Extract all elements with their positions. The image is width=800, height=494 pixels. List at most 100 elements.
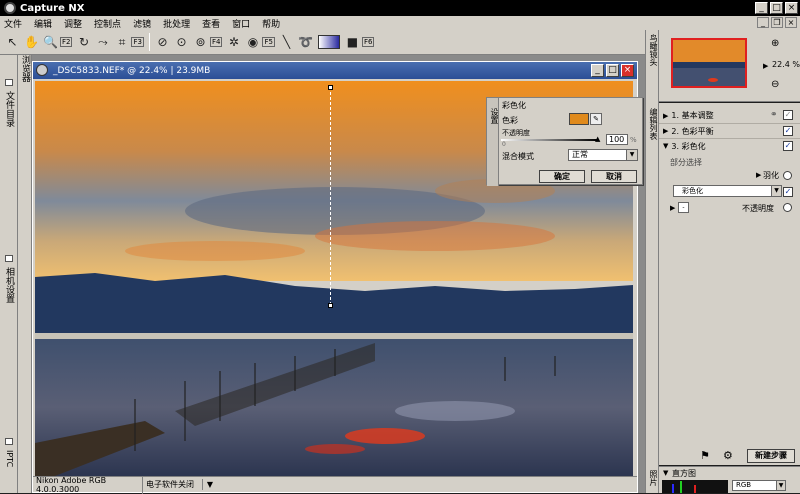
- status-dropdown-icon[interactable]: ▼: [203, 480, 217, 489]
- colorize-item-dropdown-icon[interactable]: ▼: [771, 186, 781, 196]
- histogram-red-peak: [694, 485, 696, 493]
- menu-edit[interactable]: 编辑: [34, 17, 52, 30]
- tab-browser[interactable]: 浏览器: [19, 55, 31, 82]
- colorize-item-checkbox[interactable]: ✓: [783, 187, 793, 197]
- hand-tool-icon[interactable]: ✋: [24, 35, 39, 50]
- menu-control-point[interactable]: 控制点: [94, 17, 121, 30]
- left-panel-strip: 文件目录 相机设置 IPTC: [0, 55, 18, 493]
- menu-file[interactable]: 文件: [4, 17, 22, 30]
- cancel-button[interactable]: 取消: [591, 170, 637, 183]
- histogram-green-peak: [680, 481, 682, 493]
- feather-expand-icon[interactable]: ▶: [756, 171, 761, 179]
- toolbar-key-f5: F5: [262, 37, 275, 47]
- doc-minimize-icon[interactable]: _: [591, 64, 604, 77]
- lasso-tool-icon[interactable]: ➰: [298, 35, 313, 50]
- opacity-radio[interactable]: [783, 203, 792, 212]
- crop-tool-icon[interactable]: ⌗: [114, 35, 129, 50]
- zoom-in-icon[interactable]: ⊕: [771, 38, 779, 49]
- step-checkbox-3[interactable]: ✓: [783, 141, 793, 151]
- collapse-icon[interactable]: ▼: [663, 142, 668, 150]
- toolbar-key-f3: F3: [131, 37, 144, 47]
- mdi-close-icon[interactable]: ×: [785, 17, 797, 28]
- close-icon[interactable]: ×: [785, 2, 798, 14]
- opacity-expand-icon[interactable]: ▶: [670, 204, 675, 212]
- zoom-slider-icon[interactable]: ▶: [763, 62, 768, 70]
- step-checkbox-2[interactable]: ✓: [783, 126, 793, 136]
- fill-tool-icon[interactable]: ■: [345, 35, 360, 50]
- menu-help[interactable]: 帮助: [262, 17, 280, 30]
- step-options-gear-icon[interactable]: ⚙: [723, 449, 733, 462]
- opacity-slider[interactable]: [501, 139, 597, 141]
- gradient-selection-line[interactable]: [330, 87, 331, 305]
- auto-retouch-icon[interactable]: ✲: [226, 35, 241, 50]
- maximize-icon[interactable]: □: [770, 2, 783, 14]
- channel-dropdown-icon[interactable]: ▼: [776, 481, 785, 490]
- black-point-icon[interactable]: ⊘: [155, 35, 170, 50]
- step-label: 3. 彩色化: [671, 141, 706, 151]
- tab-edit-list[interactable]: 编辑列表: [647, 108, 659, 140]
- document-title: _DSC5833.NEF* @ 22.4% | 23.9MB: [53, 65, 211, 76]
- tab-navigator[interactable]: 鸟瞰镜头: [647, 34, 659, 66]
- opacity-label: 不透明度: [502, 129, 530, 137]
- brush-tool-icon[interactable]: ╲: [279, 35, 294, 50]
- menu-filter[interactable]: 滤镜: [133, 17, 151, 30]
- tab-iptc[interactable]: IPTC: [3, 450, 15, 467]
- menu-window[interactable]: 窗口: [232, 17, 250, 30]
- doc-close-icon[interactable]: ×: [621, 64, 634, 77]
- colorize-dialog: 设置 彩色化 色彩 ✎ 不透明度 0 ▲ 100 % 混合模式 正常 ▼ 确定 …: [486, 97, 643, 186]
- opacity-input[interactable]: 100: [606, 134, 628, 145]
- tab-file-directory[interactable]: 文件目录: [3, 91, 15, 127]
- tab-camera-settings[interactable]: 相机设置: [3, 267, 15, 303]
- blend-mode-dropdown-icon[interactable]: ▼: [626, 150, 637, 160]
- blend-mode-select[interactable]: 正常 ▼: [568, 149, 638, 161]
- opacity-item-label: 不透明度: [742, 204, 774, 213]
- white-point-icon[interactable]: ⊙: [174, 35, 189, 50]
- doc-maximize-icon[interactable]: □: [606, 64, 619, 77]
- step-checkbox-1[interactable]: ✓: [783, 110, 793, 120]
- red-eye-icon[interactable]: ◉: [245, 35, 260, 50]
- color-point-icon[interactable]: ⊚: [193, 35, 208, 50]
- app-title: Capture NX: [20, 2, 85, 14]
- ok-button[interactable]: 确定: [539, 170, 585, 183]
- mdi-minimize-icon[interactable]: _: [757, 17, 769, 28]
- link-icon[interactable]: ⚭: [770, 110, 778, 120]
- histogram-graph: [662, 480, 728, 493]
- selection-handle-bottom[interactable]: [328, 303, 333, 308]
- eyedropper-icon[interactable]: ✎: [590, 113, 602, 125]
- selection-handle-top[interactable]: [328, 85, 333, 90]
- feather-radio[interactable]: [783, 171, 792, 180]
- new-step-button[interactable]: 新建步骤: [747, 449, 795, 463]
- color-swatch[interactable]: [569, 113, 589, 125]
- zoom-tool-icon[interactable]: 🔍: [43, 35, 58, 50]
- expand-icon[interactable]: ▶: [663, 127, 668, 135]
- arrow-tool-icon[interactable]: ↖: [5, 35, 20, 50]
- straighten-tool-icon[interactable]: ⤳: [95, 35, 110, 50]
- toolbar-key-f2: F2: [60, 37, 73, 47]
- opacity-slider-thumb-icon[interactable]: ▲: [595, 135, 600, 143]
- navigator-thumbnail[interactable]: [671, 38, 747, 88]
- rotate-tool-icon[interactable]: ↻: [76, 35, 91, 50]
- dialog-settings-tab[interactable]: 设置: [488, 108, 500, 124]
- step-color-balance[interactable]: ▶ 2. 色彩平衡 ✓: [659, 123, 800, 138]
- dialog-side-strip: 设置: [487, 98, 499, 186]
- minimize-icon[interactable]: _: [755, 2, 768, 14]
- menu-adjust[interactable]: 调整: [64, 17, 82, 30]
- zoom-out-icon[interactable]: ⊖: [771, 79, 779, 90]
- expand-icon[interactable]: ▶: [663, 112, 668, 120]
- gradient-selection-icon[interactable]: [317, 35, 340, 49]
- tab-photo-info[interactable]: 照片: [647, 470, 659, 486]
- toolbar-key-f4: F4: [209, 37, 223, 47]
- menu-view[interactable]: 查看: [202, 17, 220, 30]
- colorize-item-select[interactable]: 彩色化 ▼: [673, 185, 782, 197]
- mask-thumbnail-icon[interactable]: -: [678, 202, 689, 213]
- step-colorize[interactable]: ▼ 3. 彩色化 ✓: [659, 138, 800, 153]
- new-step-flag-icon[interactable]: ⚑: [700, 449, 710, 462]
- mdi-restore-icon[interactable]: ❐: [771, 17, 783, 28]
- menu-batch[interactable]: 批处理: [163, 17, 190, 30]
- browser-strip: 浏览器: [18, 55, 32, 493]
- document-statusbar: Nikon Adobe RGB 4.0.0.3000 电子软件关闭 ▼: [33, 475, 637, 494]
- right-panel-strip: 鸟瞰镜头 编辑列表 照片: [645, 30, 659, 493]
- step-basic-adjust[interactable]: ▶ 1. 基本调整 ⚭ ✓: [659, 108, 800, 123]
- histogram-channel-select[interactable]: RGB ▼: [732, 480, 786, 491]
- histogram-collapse-icon[interactable]: ▼: [663, 469, 668, 477]
